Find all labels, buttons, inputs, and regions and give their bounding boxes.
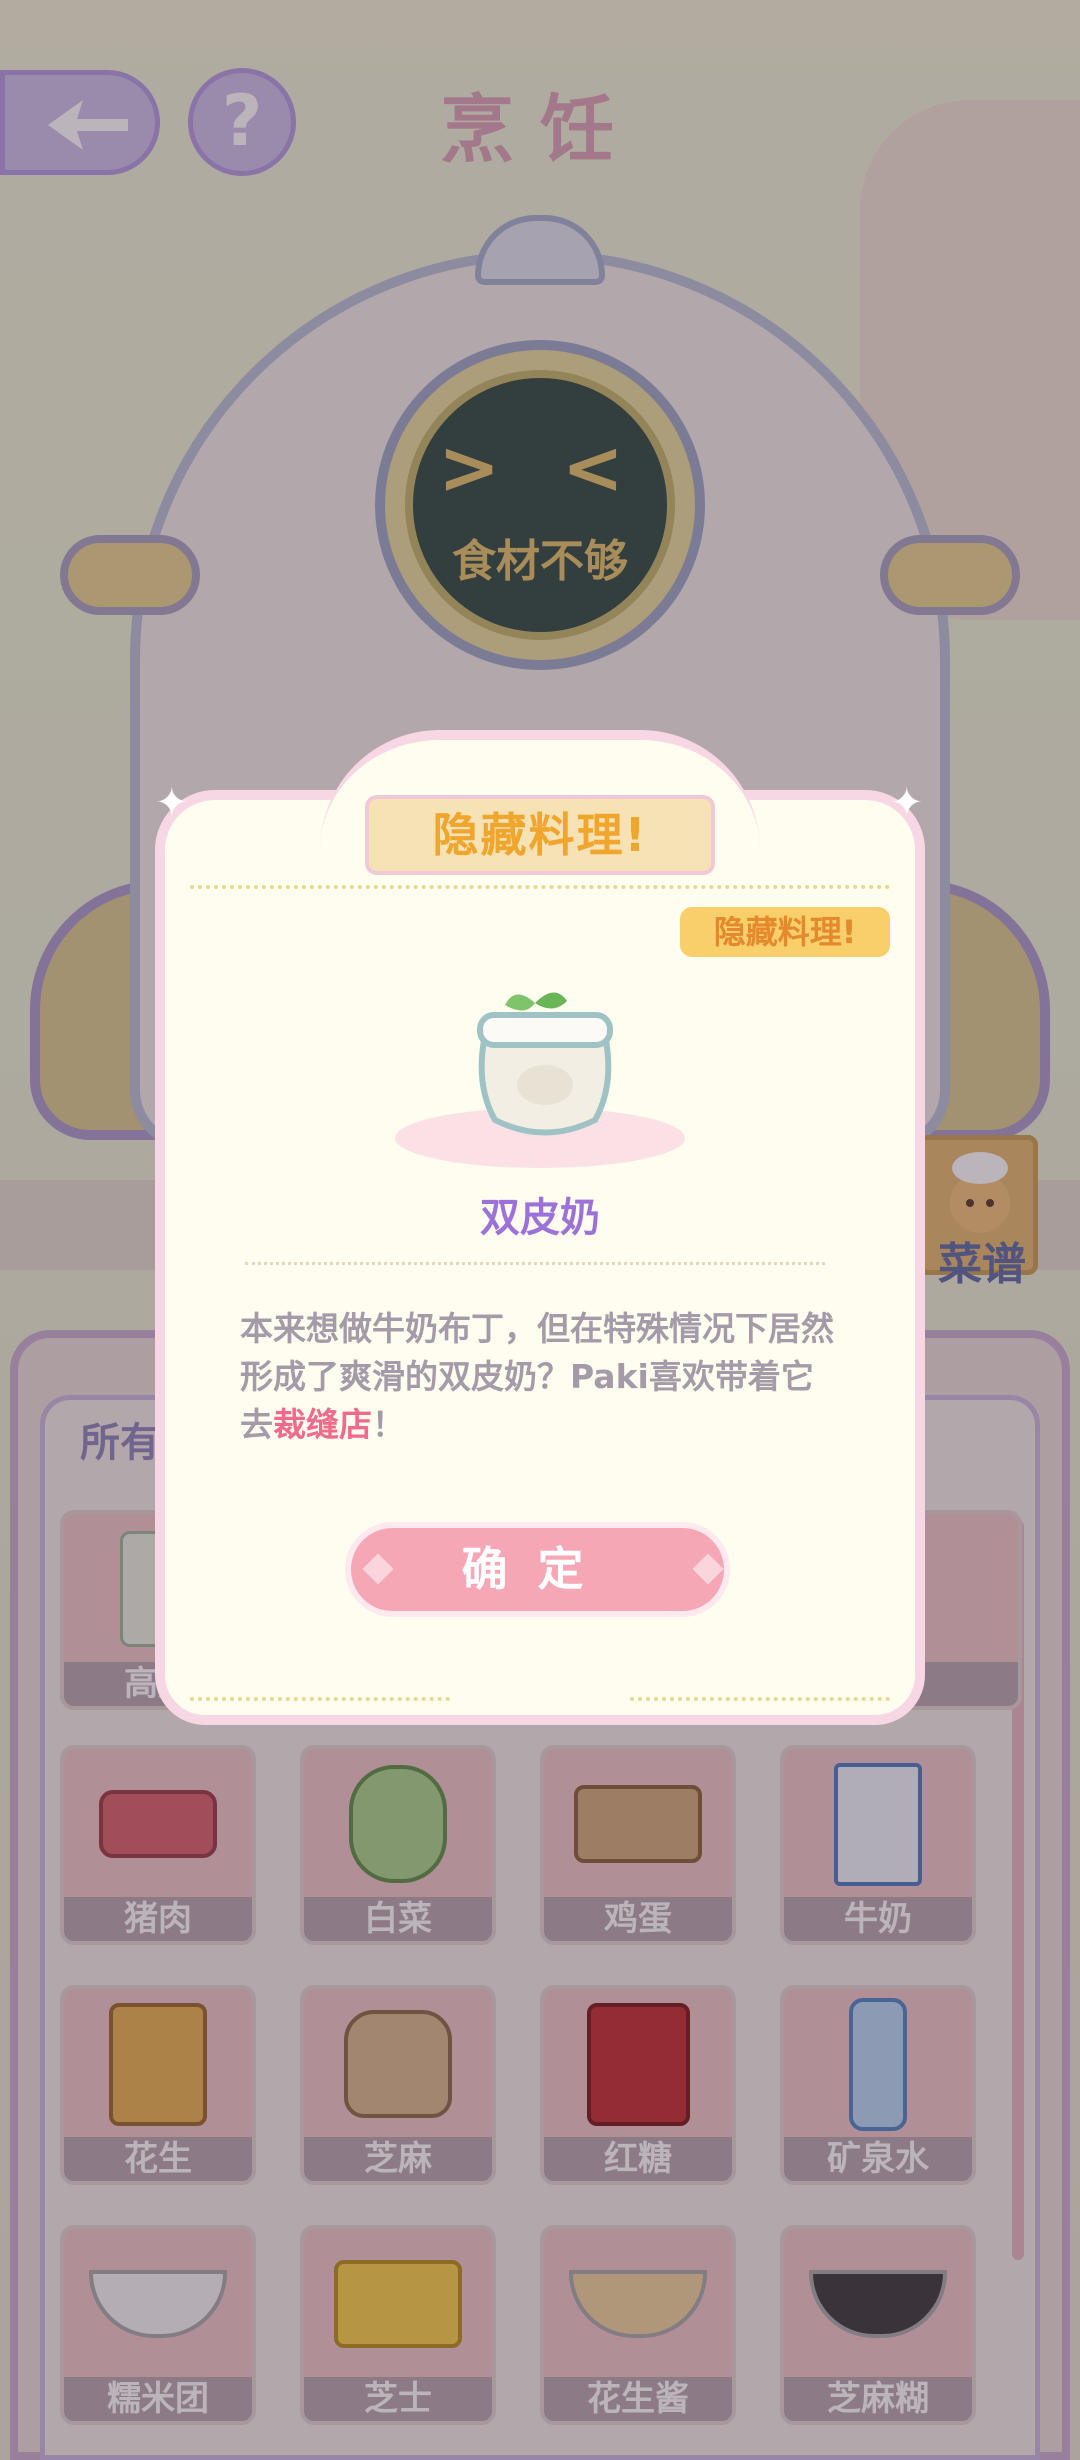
sparkle-icon: ✦ [890,780,924,826]
divider [630,1697,890,1701]
dish-description: 本来想做牛奶布丁，但在特殊情况下居然形成了爽滑的双皮奶？Paki喜欢带着它去裁缝… [240,1305,840,1449]
divider [190,1697,450,1701]
dish-name: 双皮奶 [480,1195,600,1241]
description-end: ！ [372,1405,405,1444]
divider [190,885,890,889]
hidden-recipe-tag: 隐藏料理! [680,907,890,957]
description-highlight: 裁缝店 [273,1405,372,1444]
divider [245,1262,825,1265]
confirm-button[interactable]: 确定 [345,1522,730,1617]
double-skin-milk-icon [477,992,613,1136]
dialog-title-banner: 隐藏料理! [365,795,715,875]
sparkle-icon: ✦ [155,780,189,826]
